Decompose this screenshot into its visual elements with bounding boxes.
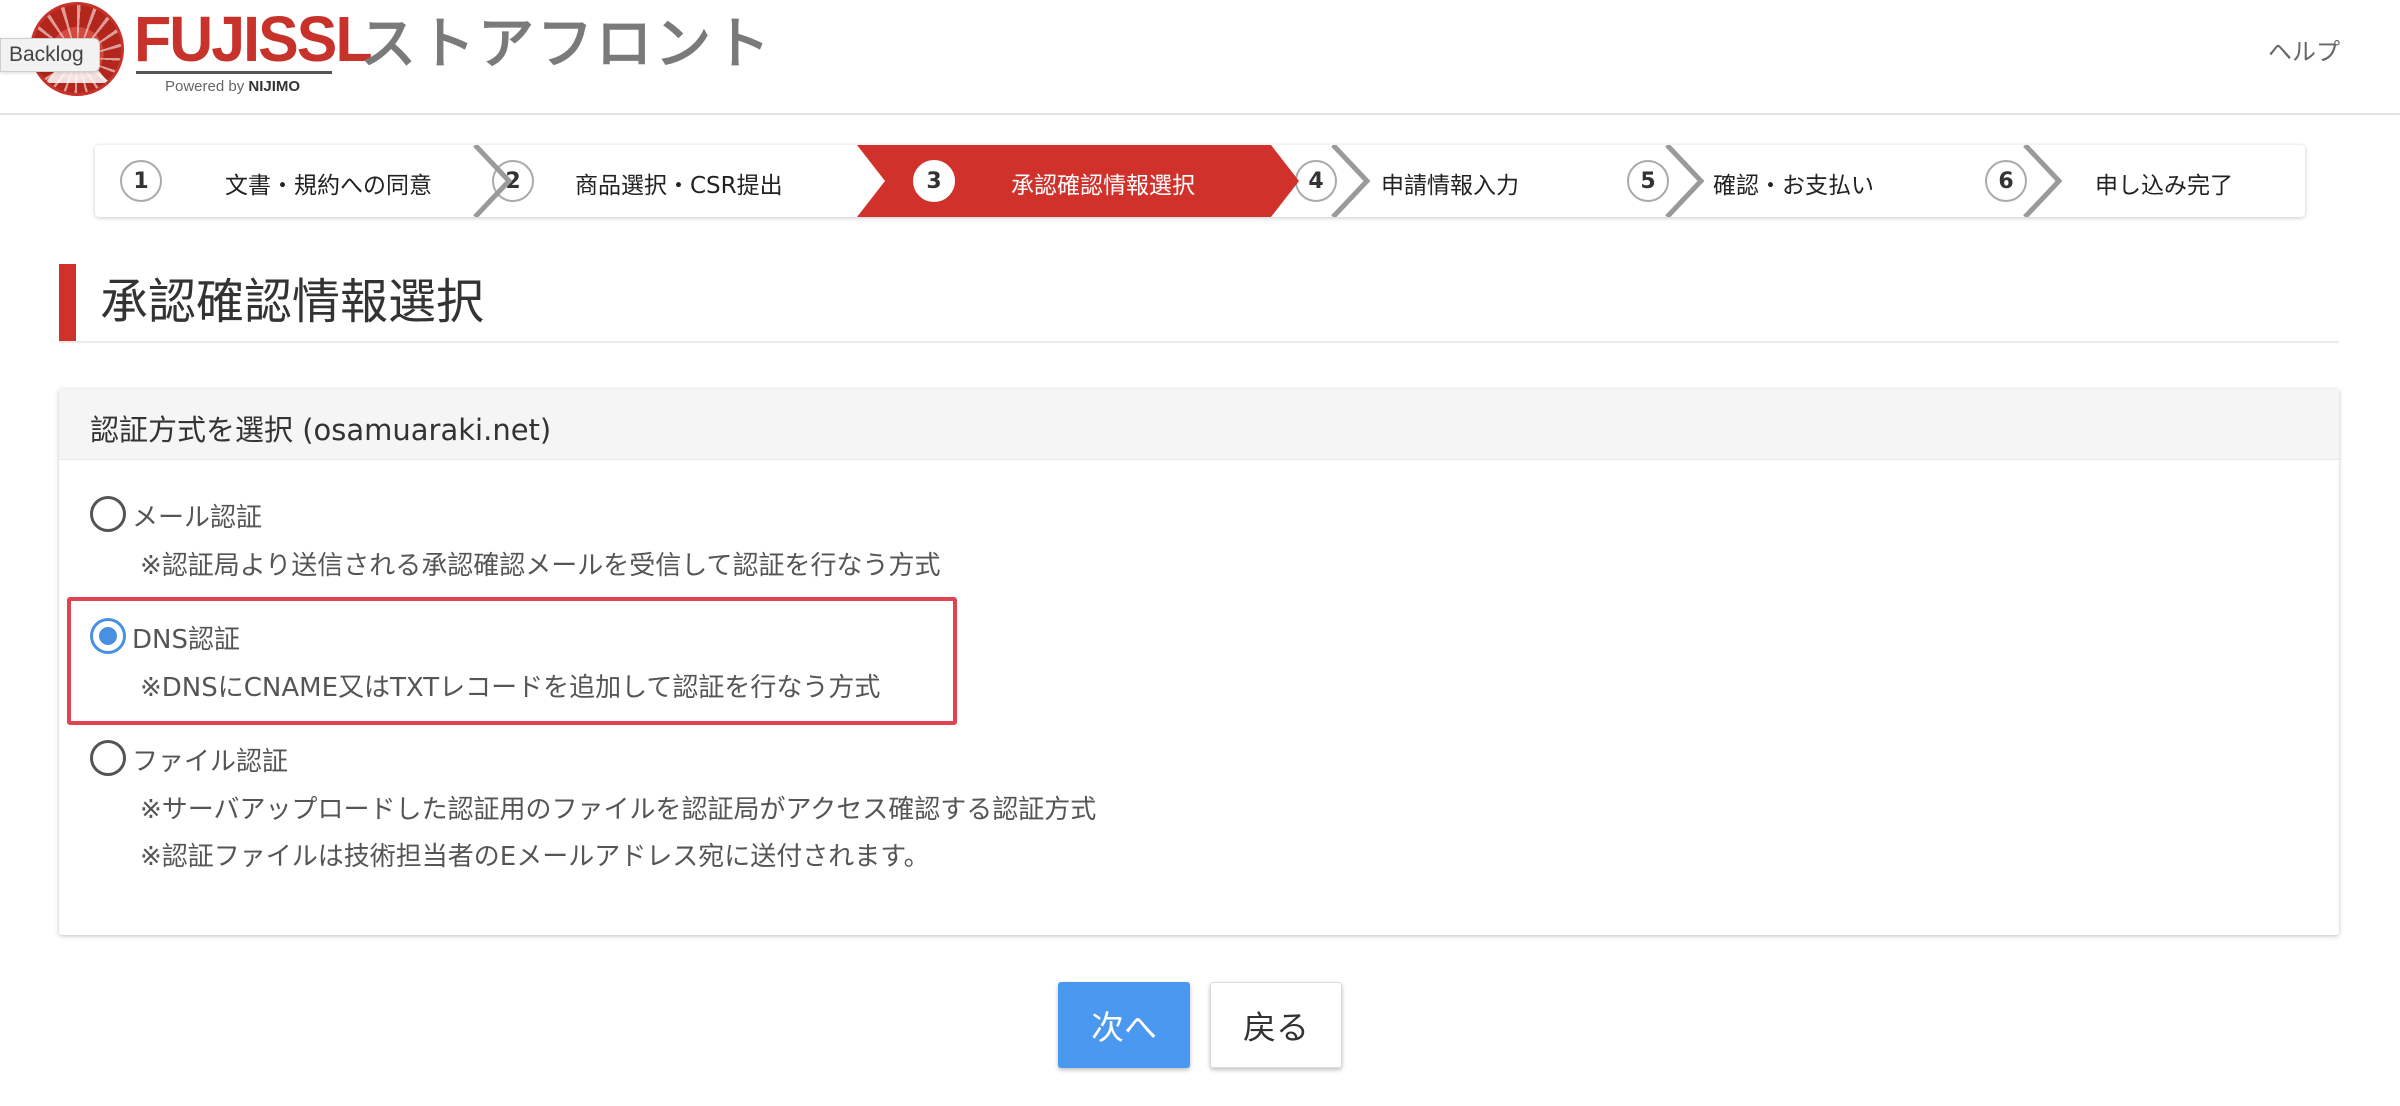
step-separator-chevron-icon bbox=[2023, 145, 2063, 217]
step-6-number: 6 bbox=[1985, 160, 2027, 202]
step-separator-chevron-icon bbox=[473, 145, 513, 217]
step-5-label: 確認・お支払い bbox=[1713, 173, 1874, 199]
step-separator-chevron-icon bbox=[1665, 145, 1705, 217]
step-1-label: 文書・規約への同意 bbox=[225, 173, 432, 199]
page-title-accent bbox=[59, 264, 76, 342]
step-4: 4 申請情報入力 bbox=[1271, 145, 1605, 217]
header: FUJISSL Powered by NIJIMO Backlog ストアフロン… bbox=[0, 0, 2400, 115]
file-auth-note-1: ※サーバアップロードした認証用のファイルを認証局がアクセス確認する認証方式 bbox=[140, 795, 1097, 825]
powered-by-prefix: Powered by bbox=[165, 78, 245, 95]
page-title: 承認確認情報選択 bbox=[100, 274, 485, 330]
step-3-number: 3 bbox=[913, 160, 955, 202]
file-auth-note-2: ※認証ファイルは技術担当者のEメールアドレス宛に送付されます。 bbox=[140, 842, 930, 872]
step-5: 5 確認・お支払い bbox=[1605, 145, 1963, 217]
step-2: 2 商品選択・CSR提出 bbox=[475, 145, 885, 217]
powered-by-brand: NIJIMO bbox=[248, 78, 301, 95]
mail-auth-radio[interactable] bbox=[90, 496, 126, 532]
step-3: 3 承認確認情報選択 bbox=[857, 145, 1299, 217]
logo-text: FUJISSL bbox=[134, 3, 373, 75]
back-button[interactable]: 戻る bbox=[1210, 982, 1342, 1068]
step-separator-chevron-icon bbox=[1331, 145, 1371, 217]
step-2-label: 商品選択・CSR提出 bbox=[575, 173, 783, 199]
help-link[interactable]: ヘルプ bbox=[2268, 32, 2340, 67]
step-4-label: 申請情報入力 bbox=[1381, 173, 1519, 199]
store-title: ストアフロント bbox=[360, 12, 773, 77]
step-1: 1 文書・規約への同意 bbox=[95, 145, 475, 217]
backlog-badge[interactable]: Backlog bbox=[0, 38, 100, 72]
title-divider bbox=[59, 341, 2339, 343]
step-5-number: 5 bbox=[1627, 160, 1669, 202]
dns-option-highlight bbox=[67, 597, 957, 725]
file-auth-label[interactable]: ファイル認証 bbox=[132, 741, 288, 778]
next-button[interactable]: 次へ bbox=[1058, 982, 1190, 1068]
step-1-number: 1 bbox=[120, 160, 162, 202]
progress-stepper: 1 文書・規約への同意 2 商品選択・CSR提出 3 承認確認情報選択 4 申請… bbox=[95, 145, 2305, 217]
step-6: 6 申し込み完了 bbox=[1963, 145, 2293, 217]
logo-powered-by: Powered by NIJIMO bbox=[165, 78, 300, 95]
logo-underline bbox=[136, 71, 332, 74]
file-auth-radio[interactable] bbox=[90, 740, 126, 776]
card-title: 認証方式を選択 (osamuaraki.net) bbox=[90, 413, 552, 447]
step-3-label: 承認確認情報選択 bbox=[1011, 173, 1195, 199]
mail-auth-note: ※認証局より送信される承認確認メールを受信して認証を行なう方式 bbox=[140, 551, 941, 581]
step-6-label: 申し込み完了 bbox=[2095, 173, 2233, 199]
mail-auth-label[interactable]: メール認証 bbox=[132, 497, 262, 534]
